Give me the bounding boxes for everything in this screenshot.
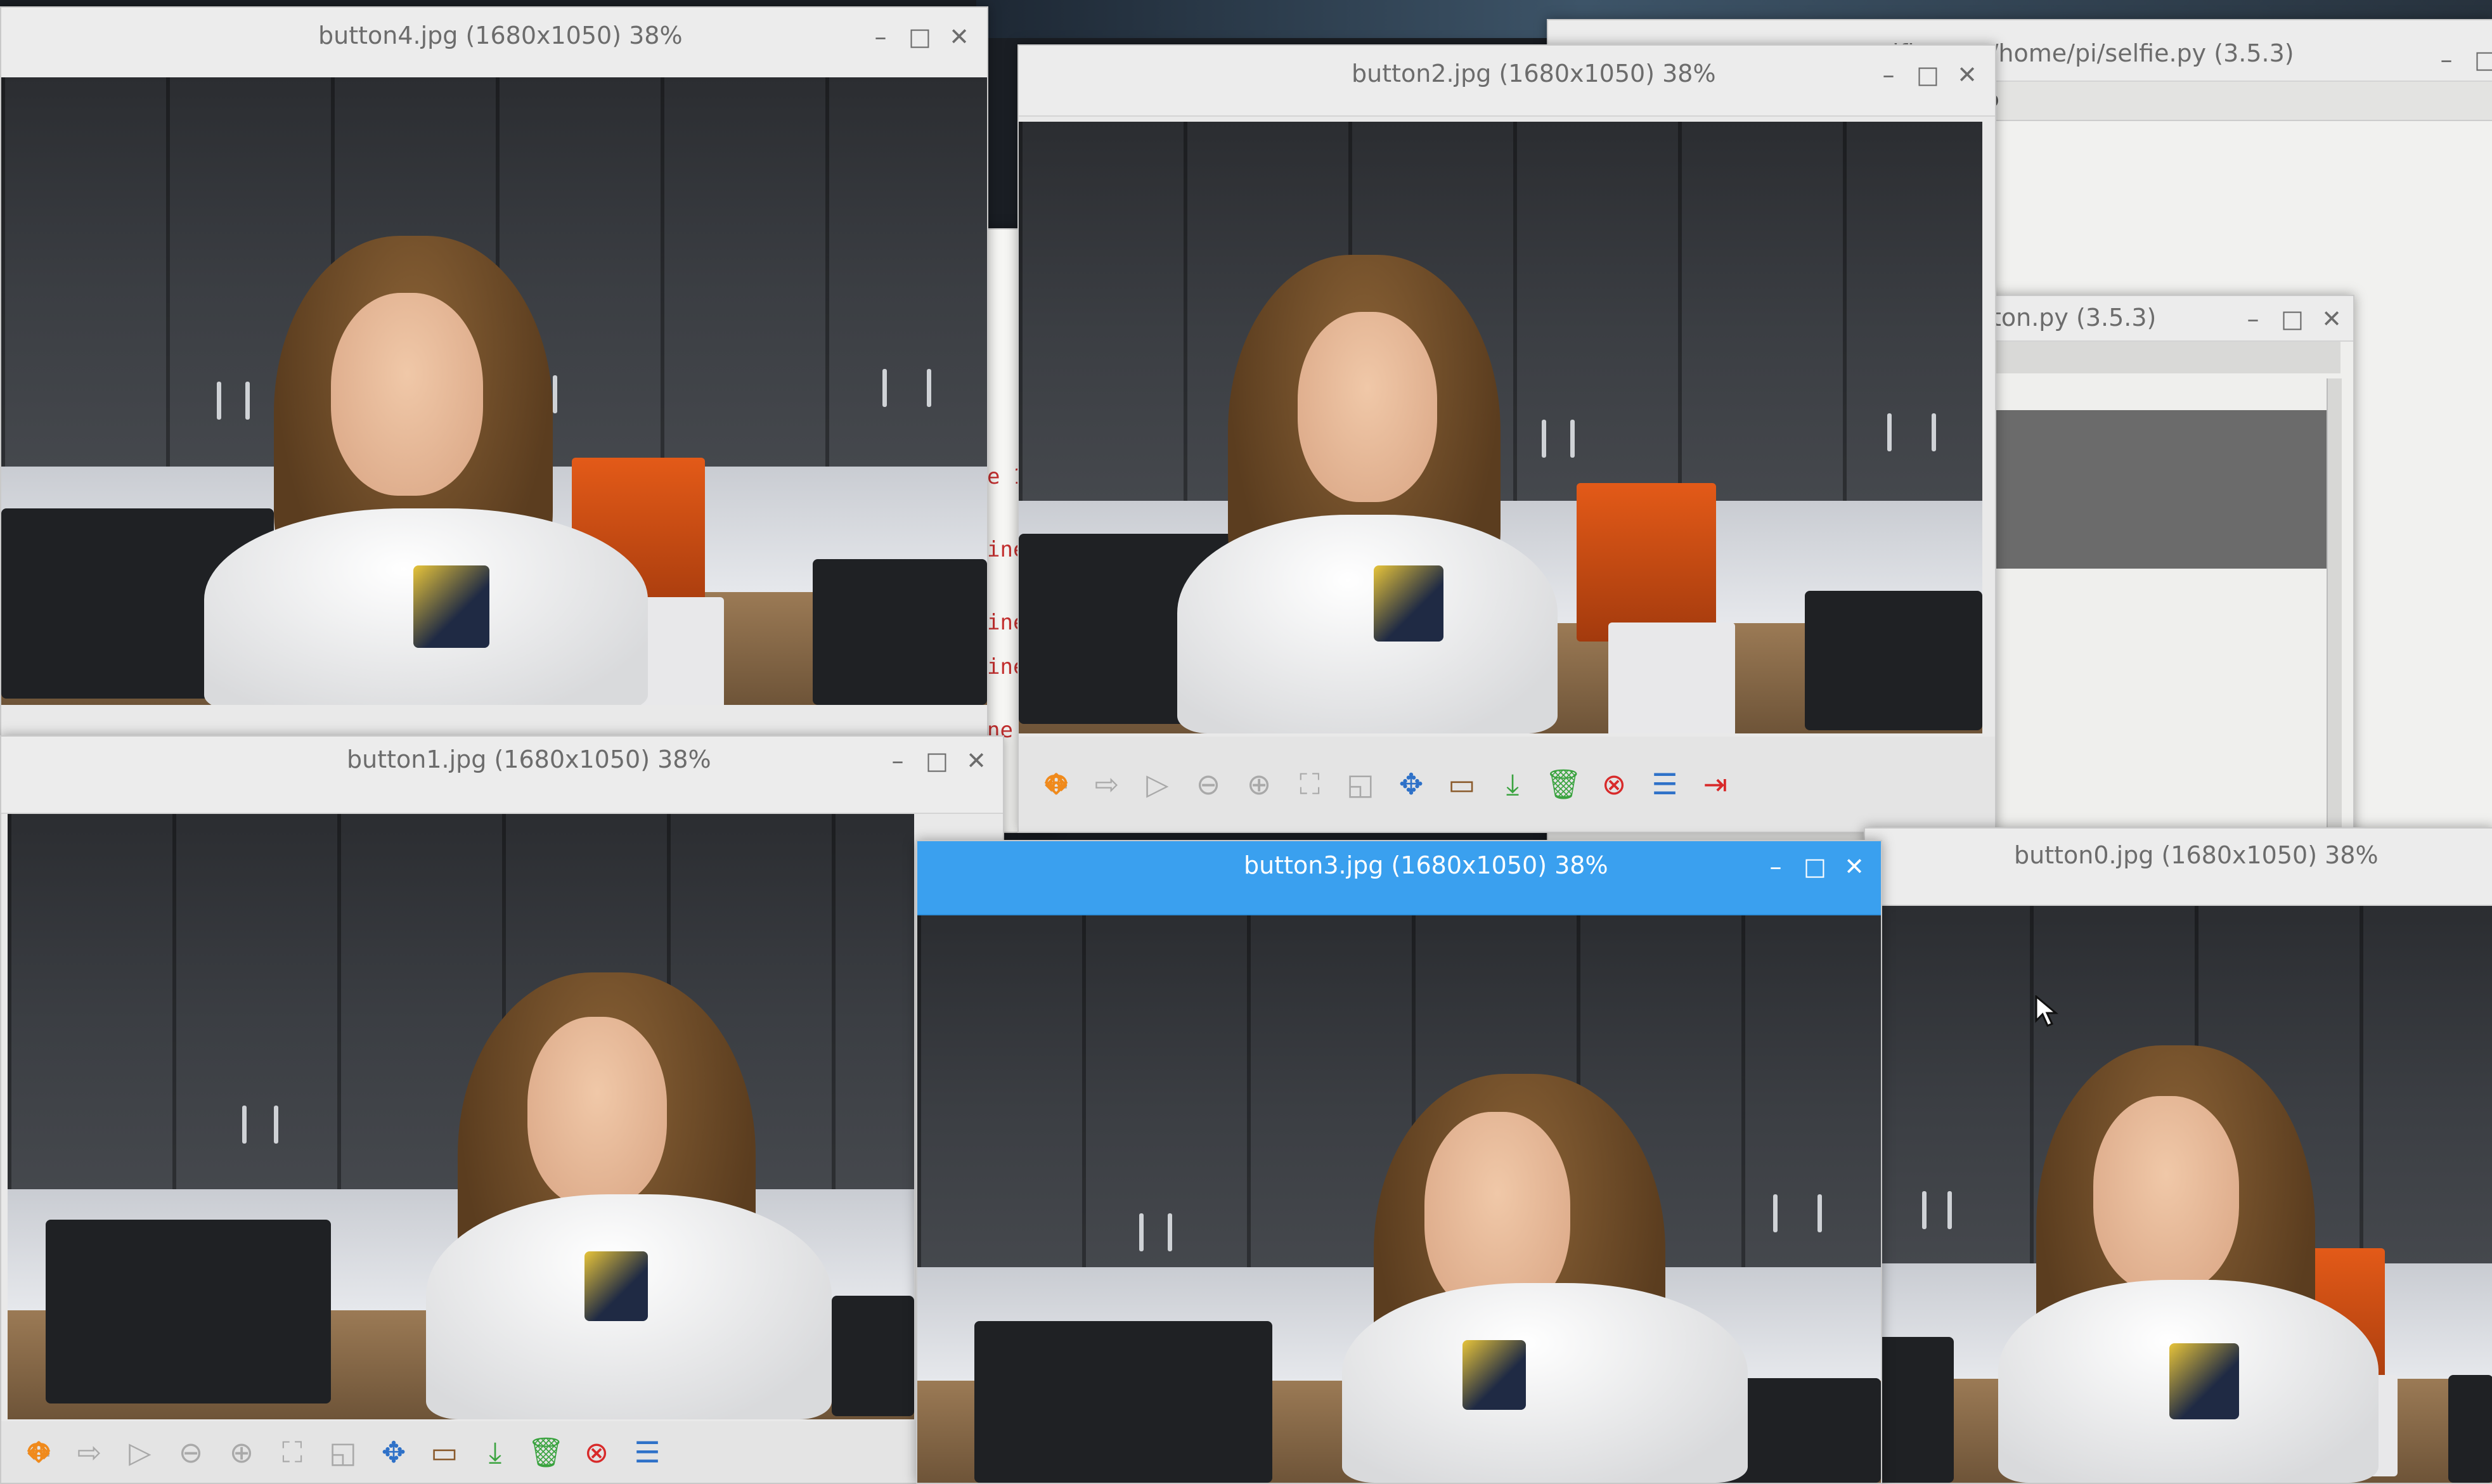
fullscreen-icon[interactable]: ✥	[1393, 766, 1430, 803]
minimize-icon[interactable]: –	[867, 23, 894, 51]
titlebar[interactable]: button4.jpg (1680x1050) 38% – □ ✕	[1, 8, 987, 79]
open-file-icon[interactable]: ▭	[1443, 766, 1480, 803]
window-title: button3.jpg (1680x1050) 38%	[1244, 851, 1608, 879]
save-icon[interactable]: ⤓	[477, 1434, 513, 1471]
close-icon[interactable]: ✕	[2318, 305, 2346, 333]
scrollbar[interactable]	[2327, 378, 2342, 835]
close-icon[interactable]: ✕	[1953, 61, 1981, 89]
window-title: button1.jpg (1680x1050) 38%	[347, 745, 711, 773]
window-title: button0.jpg (1680x1050) 38%	[2014, 841, 2379, 869]
slideshow-icon[interactable]: ▷	[1139, 766, 1176, 803]
titlebar[interactable]: button3.jpg (1680x1050) 38% – □ ✕	[917, 841, 1881, 915]
zoom-in-icon[interactable]: ⊕	[1241, 766, 1277, 803]
viewer-toolbar: ⇦ ⇨ ▷ ⊖ ⊕ ⛶ ◱ ✥ ↶ ↷ ⇔ ⇕ ▭ ⤓ 🗑 ⊗ ☰ ⇥	[1019, 737, 1995, 832]
selfie-photo	[1865, 906, 2492, 1483]
preferences-icon[interactable]: ☰	[1646, 766, 1683, 803]
flip-vertical-icon[interactable]: ⇕	[20, 1434, 57, 1471]
image-viewer-window-button2[interactable]: button2.jpg (1680x1050) 38% – □ ✕ ⇦ ⇨ ▷ …	[1017, 44, 1996, 833]
zoom-out-icon[interactable]: ⊖	[1190, 766, 1227, 803]
titlebar[interactable]: button1.jpg (1680x1050) 38% – □ ✕	[1, 737, 1003, 814]
maximize-icon[interactable]: □	[906, 23, 934, 51]
selfie-photo	[917, 915, 1881, 1483]
minimize-icon[interactable]: –	[1875, 61, 1902, 89]
fullscreen-icon[interactable]: ✥	[375, 1434, 412, 1471]
maximize-icon[interactable]: □	[1801, 853, 1829, 881]
selfie-photo	[1019, 122, 1982, 733]
viewer-toolbar: ⇦ ⇨ ▷ ⊖ ⊕ ⛶ ◱ ✥ ↶ ↷ ⇔ ⇕ ▭ ⤓ 🗑 ⊗ ☰	[1, 1421, 933, 1483]
zoom-in-icon[interactable]: ⊕	[223, 1434, 260, 1471]
titlebar[interactable]: button2.jpg (1680x1050) 38% – □ ✕	[1019, 46, 1995, 117]
close-icon[interactable]: ✕	[1840, 853, 1868, 881]
fit-icon[interactable]: ⛶	[1291, 766, 1328, 803]
next-icon[interactable]: ⇨	[71, 1434, 108, 1471]
close-icon[interactable]: ✕	[945, 23, 973, 51]
maximize-icon[interactable]: □	[923, 747, 951, 775]
open-file-icon[interactable]: ▭	[426, 1434, 463, 1471]
preferences-icon[interactable]: ☰	[629, 1434, 666, 1471]
button-editor-titlebar[interactable]: ton.py (3.5.3) – □ ✕	[1985, 296, 2353, 342]
button-editor-tk-canvas	[1985, 410, 2328, 569]
zoom-out-icon[interactable]: ⊖	[172, 1434, 209, 1471]
image-viewer-window-button4[interactable]: button4.jpg (1680x1050) 38% – □ ✕	[0, 6, 988, 738]
minimize-icon[interactable]: –	[884, 747, 912, 775]
button-editor-title: ton.py (3.5.3)	[1992, 304, 2157, 332]
exit-icon[interactable]: ⇥	[1697, 766, 1734, 803]
next-icon[interactable]: ⇨	[1088, 766, 1125, 803]
original-size-icon[interactable]: ◱	[325, 1434, 361, 1471]
close-image-icon[interactable]: ⊗	[1596, 766, 1632, 803]
flip-vertical-icon[interactable]: ⇕	[1038, 766, 1075, 803]
mouse-cursor-icon	[2035, 995, 2059, 1027]
fit-icon[interactable]: ⛶	[274, 1434, 311, 1471]
slideshow-icon[interactable]: ▷	[122, 1434, 158, 1471]
delete-icon[interactable]: 🗑	[527, 1434, 564, 1471]
button-editor-toolbar	[1985, 342, 2340, 373]
window-title: button4.jpg (1680x1050) 38%	[318, 22, 683, 49]
selfie-photo	[1, 77, 987, 705]
window-title: button2.jpg (1680x1050) 38%	[1352, 60, 1716, 87]
minimize-icon[interactable]: –	[2432, 46, 2460, 74]
image-viewer-window-button0[interactable]: button0.jpg (1680x1050) 38%	[1864, 827, 2492, 1484]
minimize-icon[interactable]: –	[1762, 853, 1790, 881]
button-editor-window[interactable]: ton.py (3.5.3) – □ ✕	[1984, 295, 2354, 842]
titlebar[interactable]: button0.jpg (1680x1050) 38%	[1865, 829, 2492, 906]
maximize-icon[interactable]: □	[2472, 46, 2492, 74]
maximize-icon[interactable]: □	[2278, 305, 2306, 333]
selfie-photo	[8, 814, 914, 1419]
image-viewer-window-button3[interactable]: button3.jpg (1680x1050) 38% – □ ✕	[916, 840, 1882, 1484]
minimize-icon[interactable]: –	[2239, 305, 2267, 333]
image-viewer-window-button1[interactable]: button1.jpg (1680x1050) 38% – □ ✕ ⇦ ⇨ ▷ …	[0, 735, 1004, 1484]
original-size-icon[interactable]: ◱	[1342, 766, 1379, 803]
delete-icon[interactable]: 🗑	[1545, 766, 1582, 803]
maximize-icon[interactable]: □	[1914, 61, 1942, 89]
close-image-icon[interactable]: ⊗	[578, 1434, 615, 1471]
close-icon[interactable]: ✕	[962, 747, 990, 775]
save-icon[interactable]: ⤓	[1494, 766, 1531, 803]
